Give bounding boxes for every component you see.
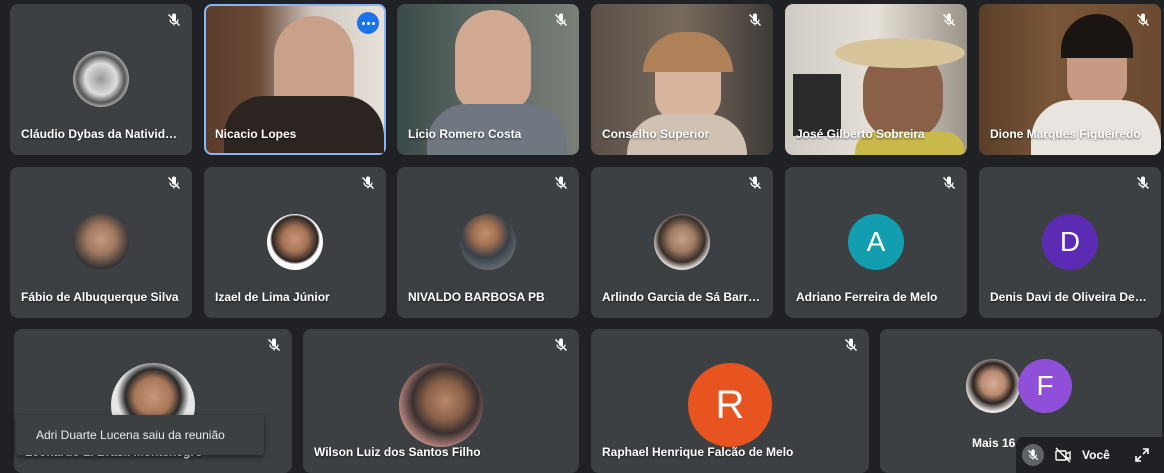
mic-off-icon [267, 338, 281, 352]
mic-off-icon [554, 176, 568, 190]
camera-off-icon[interactable] [1054, 446, 1072, 464]
mic-off-icon [1136, 13, 1150, 27]
participant-name: Licio Romero Costa [408, 127, 522, 141]
participant-tile[interactable]: Izael de Lima Júnior [204, 167, 386, 318]
avatar [460, 214, 516, 270]
participant-tile[interactable]: Dione Marques Figueiredo [979, 4, 1161, 155]
mic-off-icon[interactable] [1022, 444, 1044, 466]
self-label: Você [1082, 448, 1110, 462]
self-view-bar: Você [1016, 437, 1164, 473]
mic-off-icon [942, 176, 956, 190]
avatar: D [1042, 214, 1098, 270]
avatar [399, 363, 483, 447]
participant-tile[interactable]: D Denis Davi de Oliveira Decker [979, 167, 1161, 318]
participant-name: Izael de Lima Júnior [215, 290, 330, 304]
participant-tile[interactable]: Arlindo Garcia de Sá Barreto [591, 167, 773, 318]
mic-off-icon [942, 13, 956, 27]
mic-off-icon [167, 13, 181, 27]
participant-tile[interactable]: A Adriano Ferreira de Melo [785, 167, 967, 318]
participant-name: José Gilberto Sobreira [796, 127, 925, 141]
participant-tile[interactable]: Wilson Luiz dos Santos Filho [303, 329, 579, 473]
avatar: A [848, 214, 904, 270]
participant-name: Denis Davi de Oliveira Decker [990, 290, 1152, 304]
participant-name: Conselho Superior [602, 127, 710, 141]
avatar [966, 359, 1020, 413]
avatar: R [688, 363, 772, 447]
participant-name: Nicacio Lopes [215, 127, 297, 141]
participant-tile[interactable]: R Raphael Henrique Falcão de Melo [591, 329, 869, 473]
notification-text: Adri Duarte Lucena saiu da reunião [36, 428, 225, 442]
mic-off-icon [1136, 176, 1150, 190]
participant-tile[interactable]: Cláudio Dybas da Natividade [10, 4, 192, 155]
mic-off-icon [361, 176, 375, 190]
participant-name: Raphael Henrique Falcão de Melo [602, 445, 794, 459]
expand-icon[interactable] [1134, 447, 1150, 463]
participant-name: Wilson Luiz dos Santos Filho [314, 445, 481, 459]
mic-off-icon [748, 176, 762, 190]
participant-name: NIVALDO BARBOSA PB [408, 290, 545, 304]
avatar: F [1018, 359, 1072, 413]
participant-name: Adriano Ferreira de Melo [796, 290, 938, 304]
participant-name: Arlindo Garcia de Sá Barreto [602, 290, 764, 304]
mic-off-icon [167, 176, 181, 190]
avatar [73, 214, 129, 270]
participant-name: Fábio de Albuquerque Silva [21, 290, 179, 304]
more-options-icon[interactable] [357, 12, 379, 34]
leave-notification: Adri Duarte Lucena saiu da reunião [16, 415, 264, 455]
mic-off-icon [748, 13, 762, 27]
overflow-count: Mais 16 [972, 436, 1016, 450]
video-feed [455, 10, 531, 110]
avatar [654, 214, 710, 270]
avatar [73, 51, 129, 107]
participant-tile[interactable]: Licio Romero Costa [397, 4, 579, 155]
mic-off-icon [554, 13, 568, 27]
participant-tile[interactable]: José Gilberto Sobreira [785, 4, 967, 155]
participant-tile[interactable]: NIVALDO BARBOSA PB [397, 167, 579, 318]
participant-tile[interactable]: Fábio de Albuquerque Silva [10, 167, 192, 318]
participant-tile[interactable]: Conselho Superior [591, 4, 773, 155]
avatar [267, 214, 323, 270]
participant-tile[interactable]: Nicacio Lopes [204, 4, 386, 155]
mic-off-icon [844, 338, 858, 352]
mic-off-icon [554, 338, 568, 352]
participant-name: Dione Marques Figueiredo [990, 127, 1141, 141]
participant-name: Cláudio Dybas da Natividade [21, 127, 183, 141]
